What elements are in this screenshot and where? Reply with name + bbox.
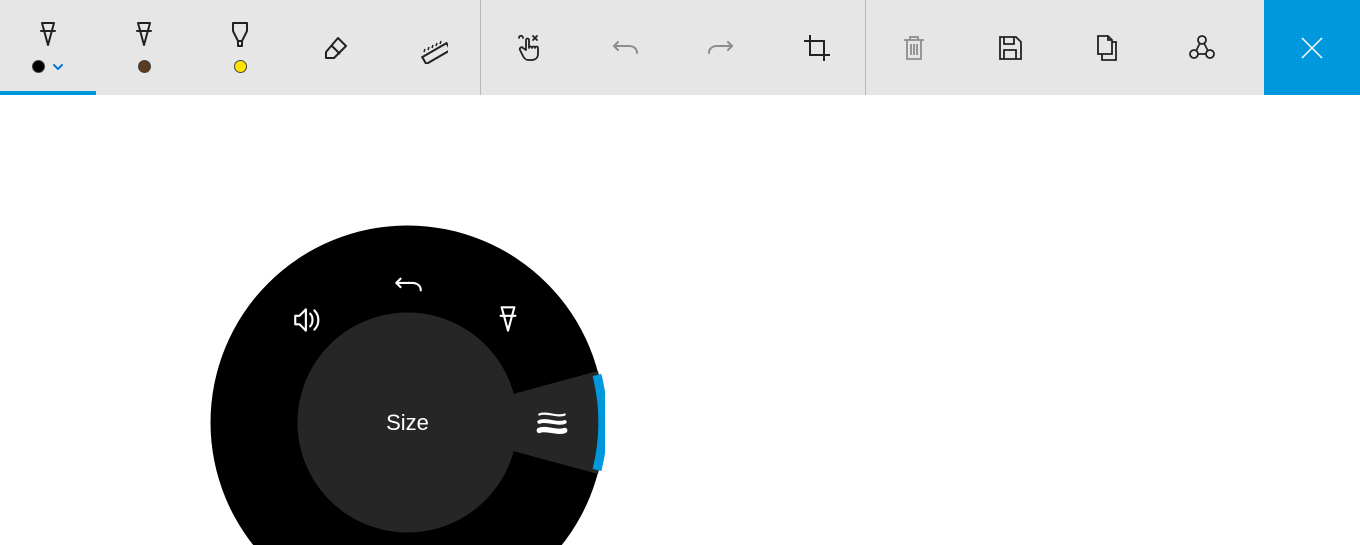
copy-icon [1090, 32, 1122, 64]
dial-pen[interactable] [488, 300, 528, 340]
save-button[interactable] [962, 0, 1058, 95]
canvas[interactable]: Size [0, 95, 1360, 545]
ballpoint-pen-icon [32, 19, 64, 51]
ruler-icon [416, 32, 448, 64]
dial-undo[interactable] [388, 265, 428, 305]
delete-button[interactable] [866, 0, 962, 95]
save-icon [994, 32, 1026, 64]
close-icon [1296, 32, 1328, 64]
surface-dial-menu[interactable]: Size [210, 225, 605, 545]
ballpoint-pen-button[interactable] [0, 0, 96, 95]
highlighter-icon [224, 19, 256, 51]
dial-size[interactable] [532, 403, 572, 443]
toolbar [0, 0, 1360, 95]
touch-writing-button[interactable] [481, 0, 577, 95]
chevron-down-icon[interactable] [51, 60, 65, 74]
eraser-icon [320, 32, 352, 64]
crop-button[interactable] [769, 0, 865, 95]
share-icon [1186, 32, 1218, 64]
share-button[interactable] [1154, 0, 1250, 95]
pen-color-dot [32, 60, 45, 73]
dial-volume[interactable] [288, 300, 328, 340]
touch-writing-icon [513, 32, 545, 64]
ruler-button[interactable] [384, 0, 480, 95]
pen-group [0, 0, 480, 95]
pencil-button[interactable] [96, 0, 192, 95]
file-group [866, 0, 1250, 95]
pen-color-dot [234, 60, 247, 73]
dial-center-label: Size [386, 410, 429, 436]
undo-icon [609, 32, 641, 64]
edit-group [481, 0, 865, 95]
redo-button[interactable] [673, 0, 769, 95]
undo-button[interactable] [577, 0, 673, 95]
crop-icon [801, 32, 833, 64]
trash-icon [898, 32, 930, 64]
close-button[interactable] [1264, 0, 1360, 95]
redo-icon [705, 32, 737, 64]
eraser-button[interactable] [288, 0, 384, 95]
pen-color-dot [138, 60, 151, 73]
highlighter-button[interactable] [192, 0, 288, 95]
copy-button[interactable] [1058, 0, 1154, 95]
pencil-icon [128, 19, 160, 51]
